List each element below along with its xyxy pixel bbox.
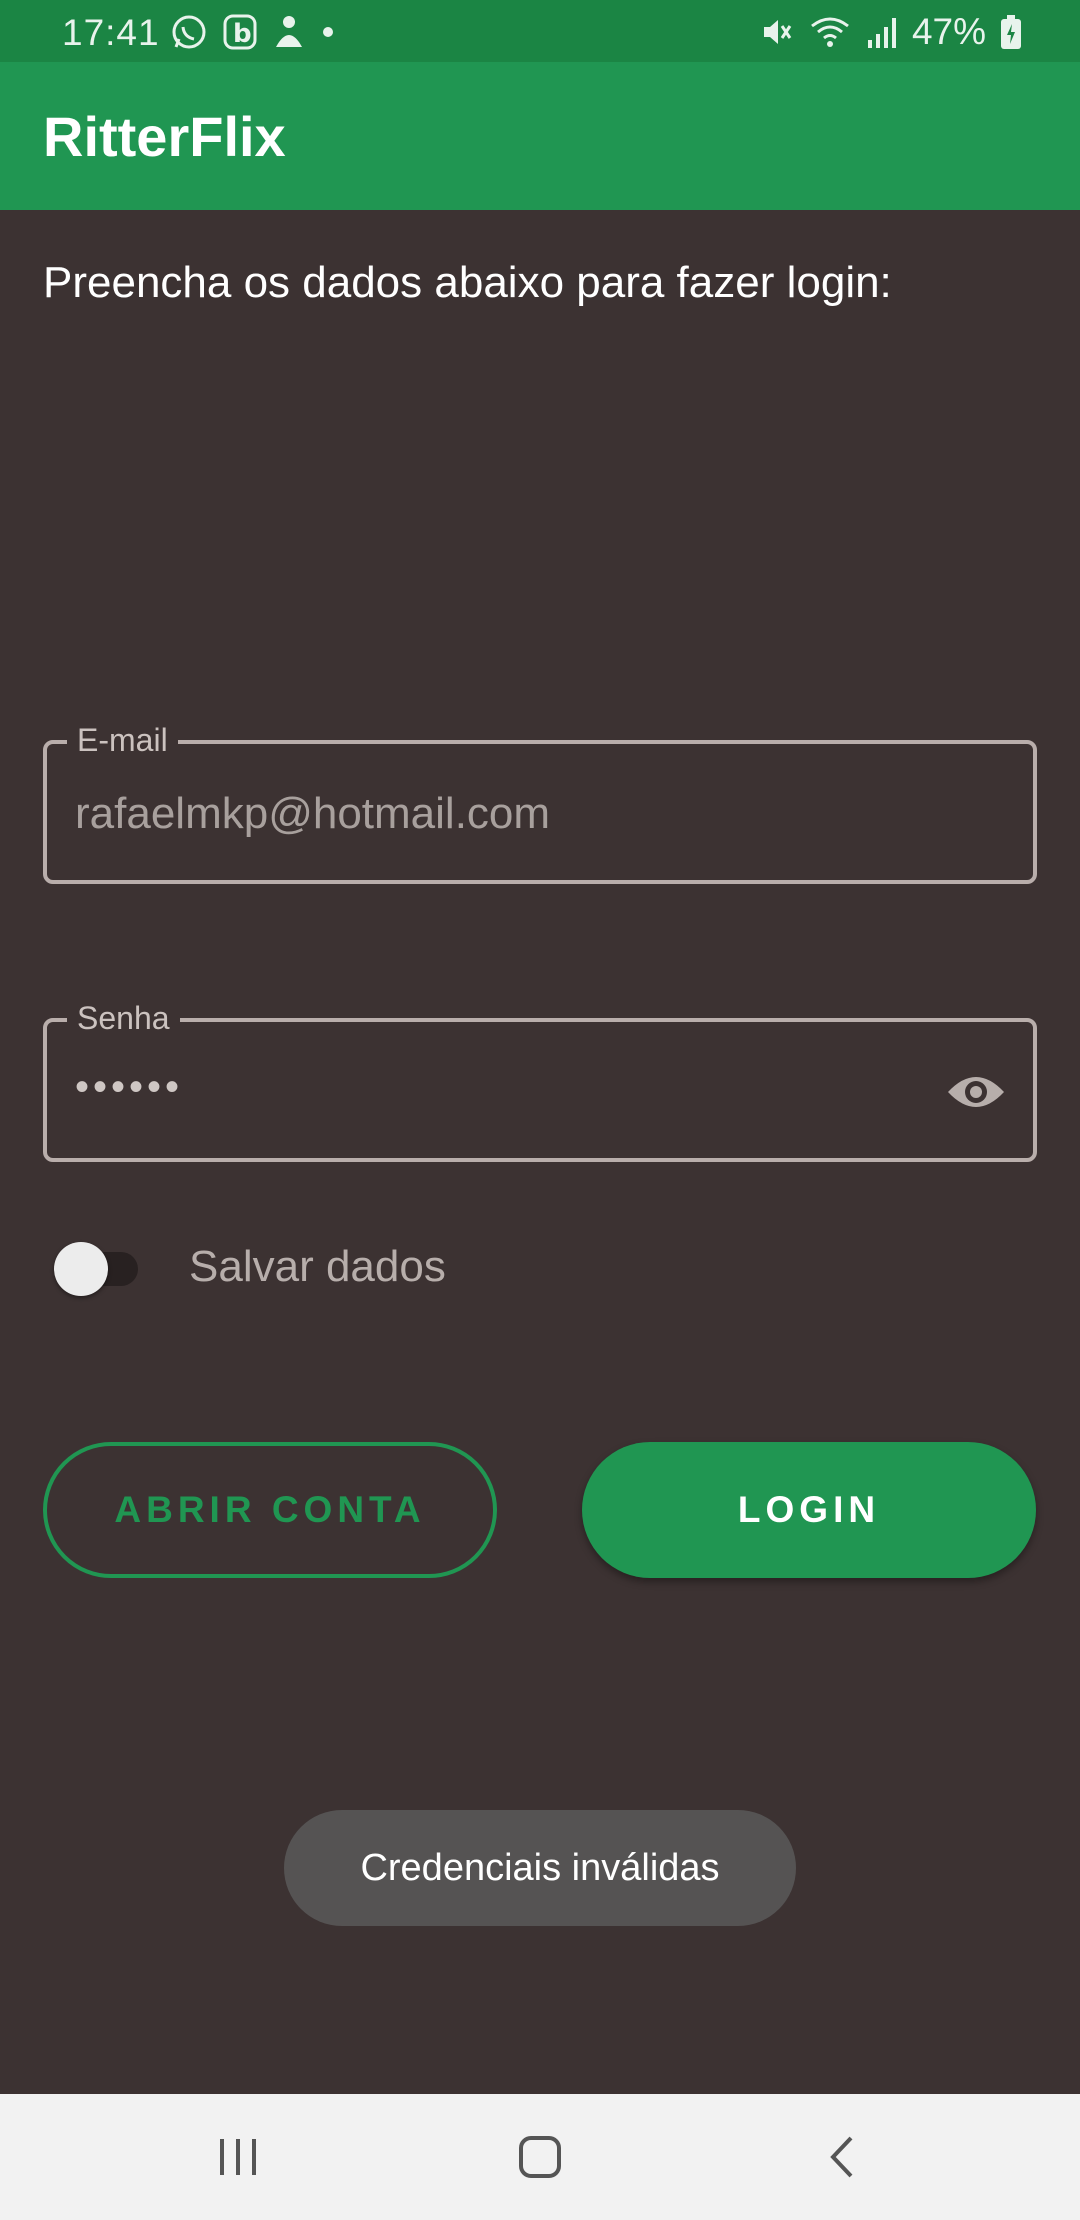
navigation-bar xyxy=(0,2094,1080,2220)
home-button[interactable] xyxy=(500,2124,580,2190)
app-title: RitterFlix xyxy=(43,105,286,168)
login-instruction: Preencha os dados abaixo para fazer logi… xyxy=(43,258,892,307)
login-screen: 17:41 b 47% RitterFlix Preencha os dados… xyxy=(0,0,1080,2220)
profile-icon xyxy=(276,16,302,47)
battery-percentage: 47% xyxy=(911,11,986,52)
save-data-label: Salvar dados xyxy=(189,1242,446,1291)
home-icon xyxy=(519,2136,561,2178)
toast-message: Credenciais inválidas xyxy=(284,1810,796,1926)
save-data-switch[interactable] xyxy=(54,1240,140,1296)
login-button[interactable]: LOGIN xyxy=(582,1442,1036,1578)
dot-icon xyxy=(323,27,333,37)
back-button[interactable] xyxy=(802,2124,882,2190)
whatsapp-icon xyxy=(172,15,206,49)
svg-text:b: b xyxy=(233,19,252,49)
eye-icon xyxy=(948,1077,1004,1107)
password-field[interactable]: Senha •••••• xyxy=(43,996,1037,1162)
switch-thumb xyxy=(54,1242,108,1296)
password-label: Senha xyxy=(67,996,180,1040)
status-system-icons: 47% xyxy=(758,10,1022,54)
signal-icon xyxy=(867,18,896,48)
status-time: 17:41 xyxy=(62,12,160,53)
battery-icon xyxy=(1001,15,1021,49)
email-value: rafaelmkp@hotmail.com xyxy=(75,789,551,838)
status-bar: 17:41 b 47% xyxy=(0,0,1080,62)
open-account-button[interactable]: ABRIR CONTA xyxy=(43,1442,497,1578)
email-field[interactable]: E-mail rafaelmkp@hotmail.com xyxy=(43,718,1037,884)
password-value: •••••• xyxy=(75,1065,184,1109)
status-notification-icons: b xyxy=(170,12,336,52)
password-visibility-toggle[interactable] xyxy=(945,1062,1007,1122)
recents-icon xyxy=(220,2139,256,2175)
mute-icon xyxy=(763,20,792,44)
recents-button[interactable] xyxy=(198,2124,278,2190)
app-bar: RitterFlix xyxy=(0,62,1080,210)
email-label: E-mail xyxy=(67,718,178,762)
b-app-icon: b xyxy=(223,14,257,50)
back-icon xyxy=(830,2136,853,2178)
wifi-icon xyxy=(811,17,849,47)
